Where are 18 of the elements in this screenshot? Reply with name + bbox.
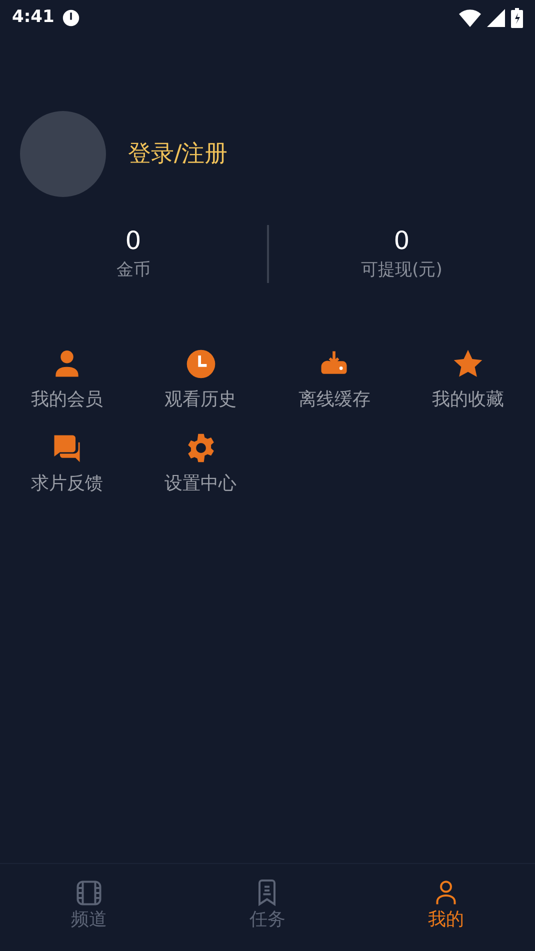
alert-icon [62, 9, 80, 27]
stat-value: 0 [394, 225, 410, 257]
menu-item[interactable]: 求片反馈 [0, 431, 134, 497]
film-icon [74, 878, 104, 908]
menu-item[interactable]: 设置中心 [134, 431, 268, 497]
stat-value: 0 [125, 225, 142, 257]
menu-item[interactable]: 我的收藏 [401, 347, 535, 413]
status-time: 4:41 [12, 6, 54, 30]
signal-icon [487, 9, 505, 27]
menu-item[interactable]: 我的会员 [0, 347, 134, 413]
nav-tab[interactable]: 我的 [356, 864, 535, 951]
menu-item[interactable]: 离线缓存 [268, 347, 402, 413]
battery-icon [511, 8, 523, 28]
menu-item[interactable]: 观看历史 [134, 347, 268, 413]
stat-label: 金币 [116, 259, 150, 282]
stat-label: 可提现(元) [361, 259, 442, 282]
login-link[interactable]: 登录/注册 [128, 136, 228, 172]
wifi-icon [459, 9, 481, 27]
